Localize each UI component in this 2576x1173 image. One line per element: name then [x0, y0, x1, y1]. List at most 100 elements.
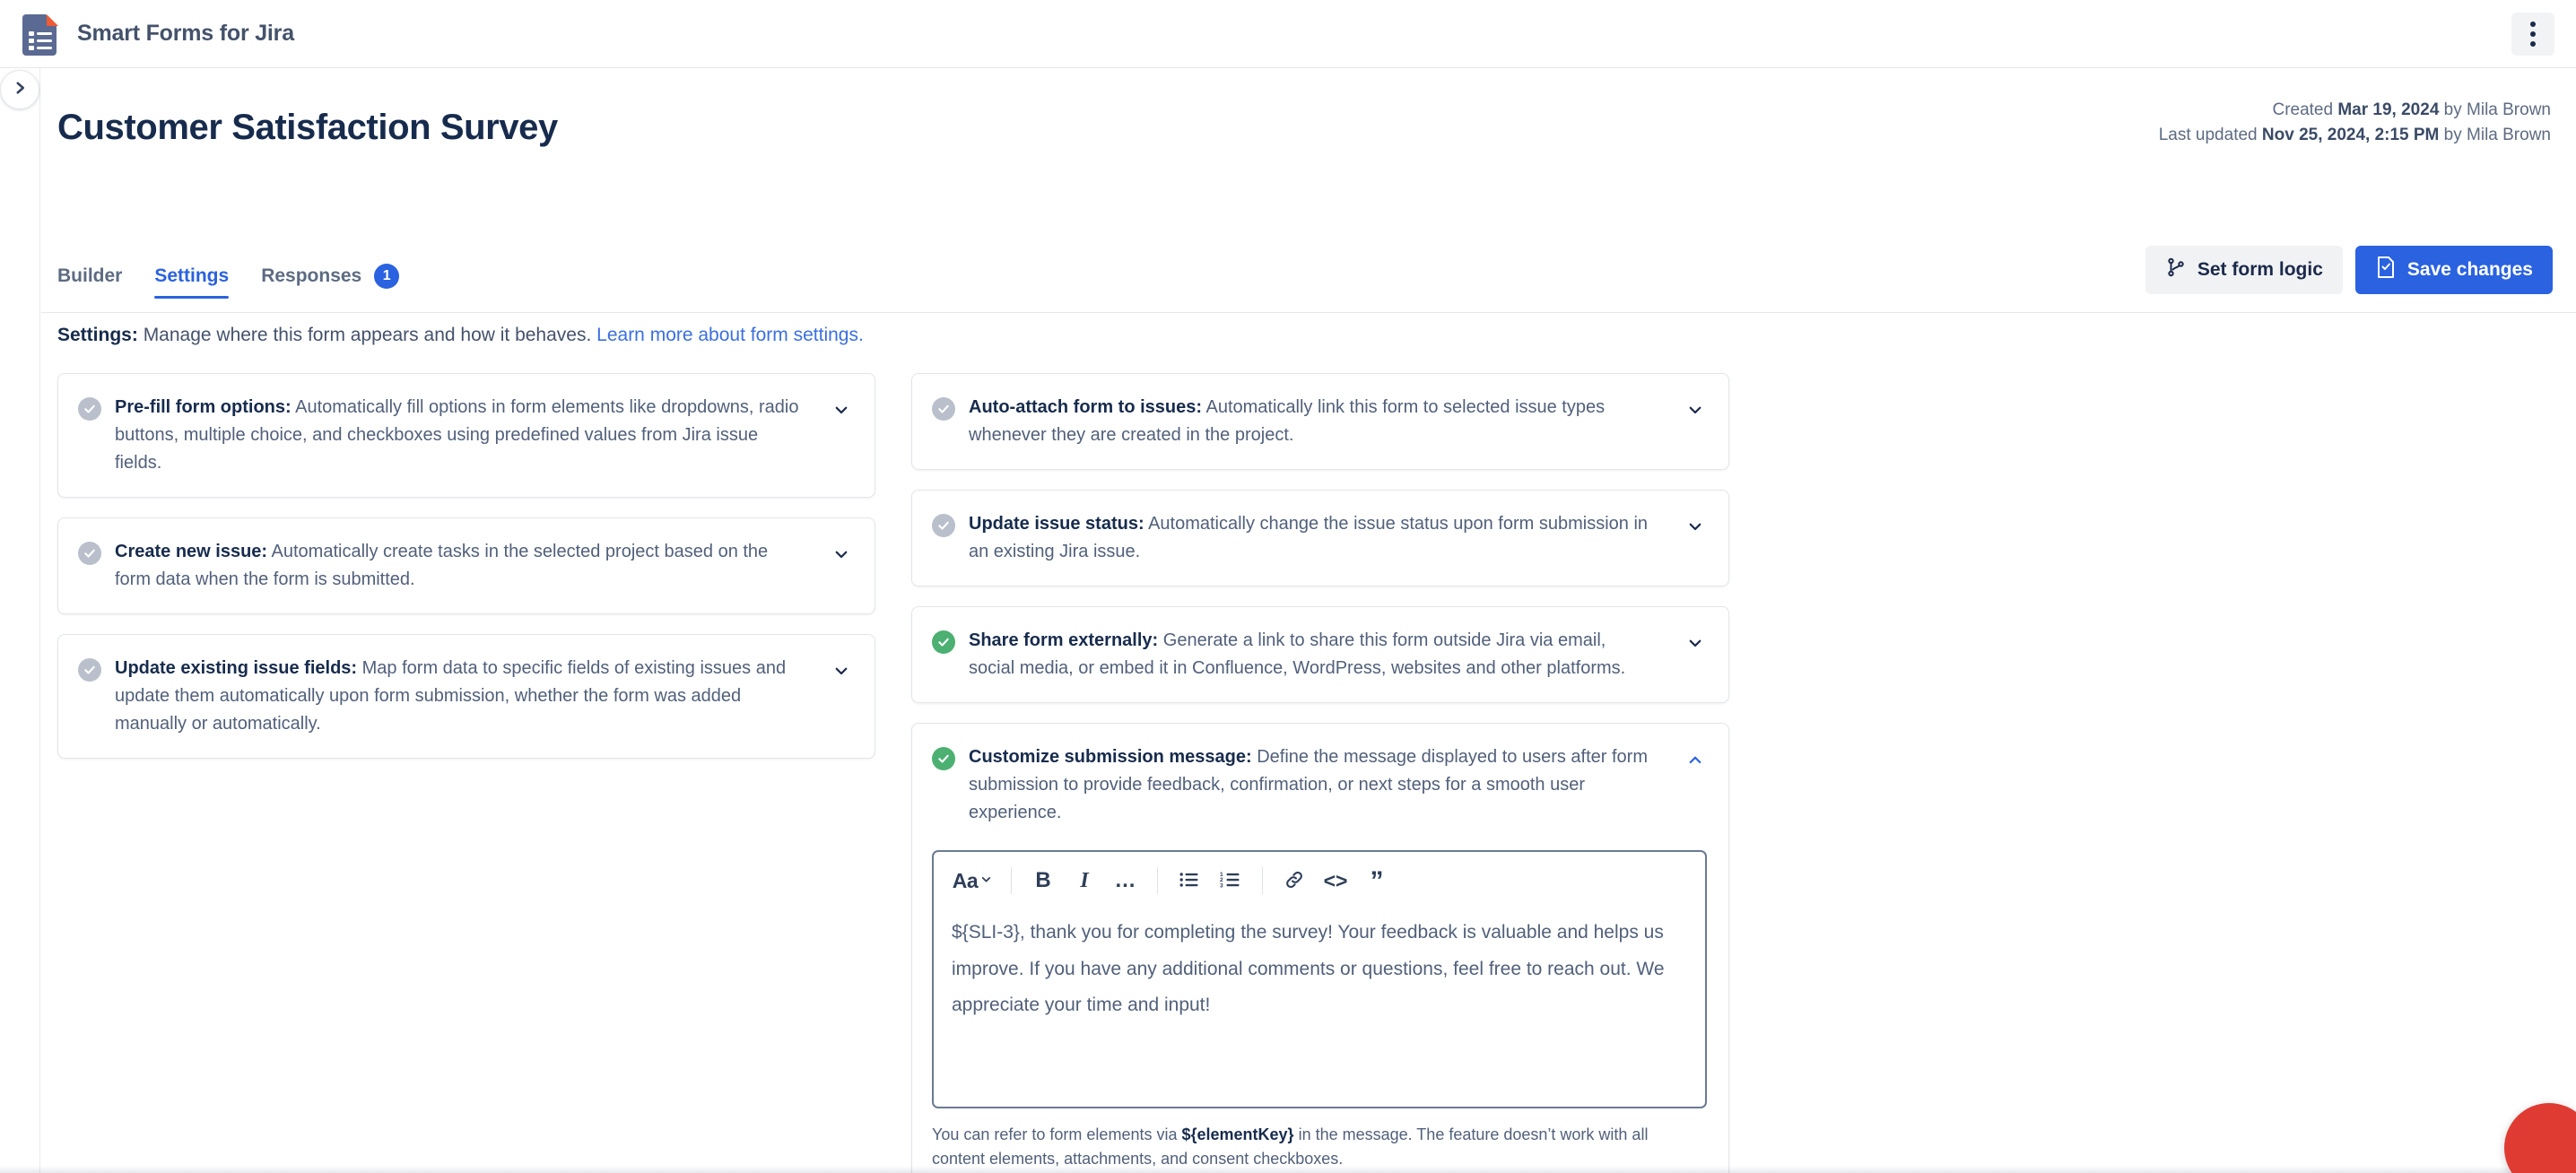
quote-label: ”: [1370, 865, 1384, 896]
settings-column-left: Pre-fill form options: Automatically fil…: [57, 373, 875, 1173]
bold-button[interactable]: B: [1024, 864, 1062, 898]
card-header: Pre-fill form options: Automatically fil…: [78, 394, 853, 477]
card-title: Update issue status:: [969, 514, 1144, 534]
chevron-up-icon[interactable]: [1684, 748, 1707, 771]
setting-card-auto-attach-form-to-issues[interactable]: Auto-attach form to issues: Automaticall…: [911, 373, 1729, 470]
app-title: Smart Forms for Jira: [77, 21, 294, 46]
settings-intro-label: Settings:: [57, 325, 138, 345]
card-header: Create new issue: Automatically create t…: [78, 538, 853, 594]
setting-card-update-existing-issue-fields[interactable]: Update existing issue fields: Map form d…: [57, 634, 875, 759]
chevron-down-icon[interactable]: [830, 543, 853, 566]
app-bar-left: Smart Forms for Jira: [0, 13, 294, 56]
editor-hint: You can refer to form elements via ${ele…: [932, 1123, 1685, 1171]
created-meta: Created Mar 19, 2024 by Mila Brown: [2159, 98, 2551, 123]
tab-settings-label: Settings: [154, 265, 230, 286]
code-label: <>: [1323, 868, 1348, 892]
link-icon: [1284, 869, 1305, 893]
chevron-down-icon[interactable]: [1684, 515, 1707, 538]
settings-intro-text: Manage where this form appears and how i…: [143, 325, 592, 345]
hint-before: You can refer to form elements via: [932, 1125, 1182, 1143]
updated-meta: Last updated Nov 25, 2024, 2:15 PM by Mi…: [2159, 123, 2551, 148]
card-title: Share form externally:: [969, 630, 1159, 650]
tab-responses-label: Responses: [261, 265, 362, 286]
setting-card-pre-fill-form-options[interactable]: Pre-fill form options: Automatically fil…: [57, 373, 875, 498]
tab-settings[interactable]: Settings: [154, 265, 229, 299]
italic-button[interactable]: I: [1066, 864, 1103, 898]
updated-by: by Mila Brown: [2443, 126, 2551, 145]
tab-responses[interactable]: Responses 1: [261, 264, 400, 300]
toolbar-separator: [1011, 867, 1012, 894]
page-canvas: Customer Satisfaction Survey Created Mar…: [41, 68, 2576, 1173]
created-by: by Mila Brown: [2443, 100, 2551, 119]
bulleted-list-button[interactable]: [1171, 864, 1208, 898]
chevron-down-icon[interactable]: [830, 398, 853, 421]
created-date: Mar 19, 2024: [2337, 100, 2440, 119]
card-title: Customize submission message:: [969, 747, 1252, 767]
card-title: Auto-attach form to issues:: [969, 397, 1203, 417]
link-button[interactable]: [1275, 864, 1313, 898]
card-header: Update existing issue fields: Map form d…: [78, 655, 853, 738]
settings-column-right: Auto-attach form to issues: Automaticall…: [911, 373, 1729, 1173]
more-vertical-icon[interactable]: [2511, 12, 2554, 56]
settings-intro: Settings: Manage where this form appears…: [57, 321, 864, 350]
chevron-down-icon[interactable]: [1684, 398, 1707, 421]
card-header: Share form externally: Generate a link t…: [932, 627, 1707, 682]
kebab-dot: [2530, 40, 2536, 47]
svg-text:3: 3: [1220, 882, 1223, 889]
learn-more-link[interactable]: Learn more about form settings.: [596, 325, 864, 345]
card-text: Share form externally: Generate a link t…: [969, 627, 1670, 682]
chevron-down-icon[interactable]: [830, 659, 853, 682]
setting-card-update-issue-status[interactable]: Update issue status: Automatically chang…: [911, 490, 1729, 586]
set-form-logic-button[interactable]: Set form logic: [2145, 246, 2343, 294]
chevron-down-icon[interactable]: [1684, 631, 1707, 655]
check-circle-icon: [932, 630, 955, 654]
created-label: Created: [2272, 100, 2334, 119]
left-rail: [0, 68, 40, 1173]
italic-label: I: [1080, 868, 1089, 892]
help-support-bubble[interactable]: [2504, 1103, 2576, 1173]
tab-bar: Builder Settings Responses 1: [57, 264, 400, 300]
page-actions: Set form logic Save changes: [2145, 246, 2553, 294]
save-document-icon: [2375, 256, 2397, 284]
card-title: Create new issue:: [115, 542, 268, 561]
card-text: Create new issue: Automatically create t…: [115, 538, 816, 594]
toolbar-separator: [1157, 867, 1158, 894]
setting-card-share-form-externally[interactable]: Share form externally: Generate a link t…: [911, 606, 1729, 703]
page-title: Customer Satisfaction Survey: [57, 108, 558, 147]
text-style-dropdown[interactable]: Aa: [946, 864, 998, 898]
bullet-list-icon: [1179, 869, 1200, 893]
save-changes-button[interactable]: Save changes: [2354, 246, 2553, 294]
kebab-dot: [2530, 30, 2536, 37]
rich-text-editor: Aa B I … 1 2 3 <> ” ${SLI-3}, thank you …: [932, 850, 1707, 1108]
page-header: Customer Satisfaction Survey Created Mar…: [41, 68, 2576, 313]
sidebar-expand-button[interactable]: [0, 70, 39, 109]
numbered-list-button[interactable]: 1 2 3: [1212, 864, 1249, 898]
check-circle-icon: [932, 397, 955, 421]
updated-date: Nov 25, 2024, 2:15 PM: [2261, 126, 2440, 145]
form-metadata: Created Mar 19, 2024 by Mila Brown Last …: [2159, 98, 2551, 148]
tab-builder[interactable]: Builder: [57, 265, 122, 299]
submission-message-editor-wrap: Aa B I … 1 2 3 <> ” ${SLI-3}, thank you …: [932, 850, 1707, 1173]
more-formatting-button[interactable]: …: [1107, 864, 1144, 898]
code-button[interactable]: <>: [1317, 864, 1354, 898]
quote-button[interactable]: ”: [1358, 864, 1396, 898]
text-style-label: Aa: [952, 868, 979, 892]
editor-toolbar: Aa B I … 1 2 3 <> ”: [934, 852, 1705, 908]
toolbar-separator: [1262, 867, 1263, 894]
card-header: Auto-attach form to issues: Automaticall…: [932, 394, 1707, 449]
card-text: Update existing issue fields: Map form d…: [115, 655, 816, 738]
app-bar: Smart Forms for Jira: [0, 0, 2576, 68]
check-circle-icon: [78, 658, 101, 682]
branch-logic-icon: [2165, 256, 2187, 283]
check-circle-icon: [932, 747, 955, 770]
hint-token: ${elementKey}: [1181, 1125, 1294, 1143]
check-circle-icon: [78, 542, 101, 565]
card-title: Pre-fill form options:: [115, 397, 292, 417]
setting-card-create-new-issue[interactable]: Create new issue: Automatically create t…: [57, 517, 875, 614]
submission-message-input[interactable]: ${SLI-3}, thank you for completing the s…: [934, 908, 1705, 1107]
check-circle-icon: [932, 514, 955, 537]
card-text: Customize submission message: Define the…: [969, 743, 1670, 827]
setting-card-customize-submission-message[interactable]: Customize submission message: Define the…: [911, 723, 1729, 1173]
chevron-down-icon: [980, 873, 992, 888]
card-text: Update issue status: Automatically chang…: [969, 510, 1670, 566]
